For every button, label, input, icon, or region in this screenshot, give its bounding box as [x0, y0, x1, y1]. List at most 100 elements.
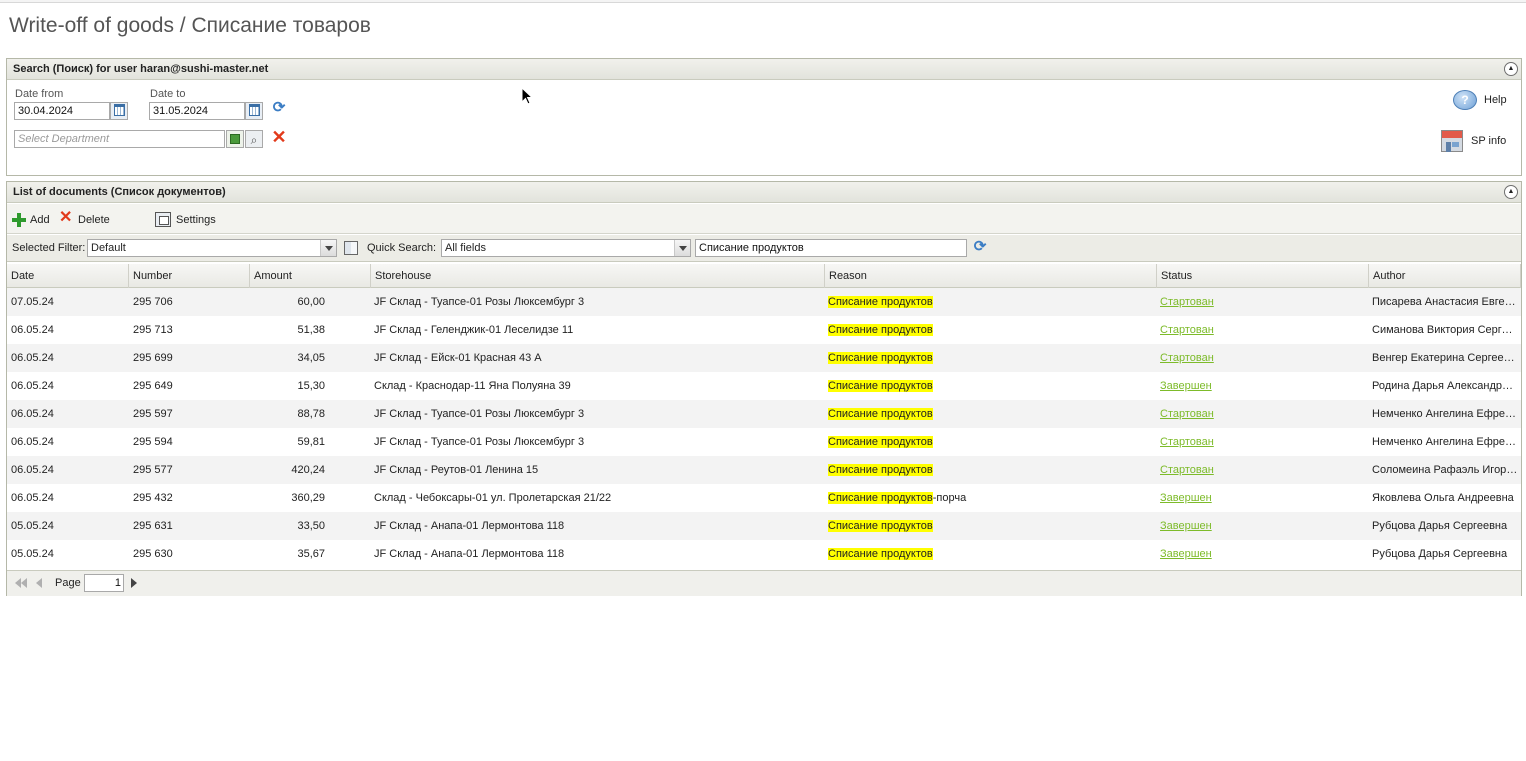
date-from-input[interactable]: 30.04.2024 — [14, 102, 110, 120]
selected-filter-select[interactable]: Default — [87, 239, 337, 257]
cell-storehouse: JF Склад - Реутов-01 Ленина 15 — [374, 464, 539, 476]
cell-status[interactable]: Стартован — [1160, 428, 1365, 456]
department-tree-icon[interactable] — [226, 130, 244, 148]
department-search-icon[interactable]: ⌕ — [245, 130, 263, 148]
filter-bar: Selected Filter: Default Quick Search: A… — [7, 235, 1521, 262]
status-link[interactable]: Стартован — [1160, 436, 1214, 448]
table-row[interactable]: 06.05.24 295 649 15,30 Склад - Краснодар-11… — [7, 372, 1521, 400]
filter-book-icon[interactable] — [344, 241, 358, 255]
next-page-icon[interactable] — [131, 578, 143, 590]
selected-filter-label: Selected Filter: — [12, 242, 86, 254]
column-header-number[interactable]: Number — [129, 264, 250, 288]
table-row[interactable]: 06.05.24 295 432 360,29 Склад - Чебоксары-0… — [7, 484, 1521, 512]
mouse-cursor-icon — [521, 87, 533, 105]
column-header-reason[interactable]: Reason — [825, 264, 1157, 288]
table-row[interactable]: 05.05.24 295 630 35,67 JF Склад - Анапа-01 … — [7, 540, 1521, 568]
settings-icon — [155, 212, 171, 227]
refresh-search-icon[interactable]: ⟳ — [971, 238, 989, 256]
status-link[interactable]: Завершен — [1160, 548, 1212, 560]
collapse-list-panel-button[interactable]: ▲ — [1504, 185, 1518, 199]
cell-storehouse: Склад - Краснодар-11 Яна Полуяна 39 — [374, 380, 571, 392]
selected-filter-value: Default — [91, 242, 126, 254]
refresh-dates-icon[interactable]: ⟳ — [270, 99, 288, 117]
page-label: Page — [55, 577, 81, 589]
cell-date: 06.05.24 — [11, 324, 54, 336]
collapse-search-panel-button[interactable]: ▲ — [1504, 62, 1518, 76]
status-link[interactable]: Стартован — [1160, 352, 1214, 364]
cell-author: Родина Дарья Александровна — [1372, 380, 1518, 392]
store-icon[interactable] — [1441, 130, 1463, 152]
cell-reason: Списание продуктов — [828, 400, 1154, 428]
cell-status[interactable]: Стартован — [1160, 456, 1365, 484]
date-to-input[interactable]: 31.05.2024 — [149, 102, 245, 120]
cell-status[interactable]: Стартован — [1160, 316, 1365, 344]
cell-status[interactable]: Завершен — [1160, 372, 1365, 400]
cell-date: 06.05.24 — [11, 492, 54, 504]
table-row[interactable]: 06.05.24 295 713 51,38 JF Склад - Геленджик… — [7, 316, 1521, 344]
status-link[interactable]: Стартован — [1160, 296, 1214, 308]
cell-storehouse: JF Склад - Геленджик-01 Леселидзе 11 — [374, 324, 574, 336]
reason-highlight: Списание продуктов — [828, 296, 933, 308]
cell-number: 295 706 — [133, 296, 173, 308]
column-header-date[interactable]: Date — [7, 264, 129, 288]
cell-number: 295 594 — [133, 436, 173, 448]
sp-info-link[interactable]: SP info — [1471, 135, 1506, 147]
add-button[interactable]: Add — [12, 212, 57, 228]
pager: Page 1 — [7, 570, 1521, 596]
grid-header: Date Number Amount Storehouse Reason Sta… — [7, 264, 1521, 288]
list-panel: List of documents (Список документов) ▲ … — [6, 181, 1522, 596]
cell-amount: 34,05 — [297, 352, 325, 364]
cell-number: 295 699 — [133, 352, 173, 364]
column-header-author[interactable]: Author — [1369, 264, 1521, 288]
cell-storehouse: JF Склад - Туапсе-01 Розы Люксембург 3 — [374, 408, 585, 420]
help-link[interactable]: Help — [1484, 94, 1507, 106]
status-link[interactable]: Стартован — [1160, 324, 1214, 336]
cell-amount: 35,67 — [297, 548, 325, 560]
page-number-input[interactable]: 1 — [84, 574, 124, 592]
cell-status[interactable]: Стартован — [1160, 344, 1365, 372]
column-header-status[interactable]: Status — [1157, 264, 1369, 288]
cell-storehouse: JF Склад - Туапсе-01 Розы Люксембург 3 — [374, 436, 585, 448]
cell-amount: 60,00 — [297, 296, 325, 308]
cell-date: 06.05.24 — [11, 352, 54, 364]
cell-status[interactable]: Завершен — [1160, 540, 1365, 568]
table-row[interactable]: 06.05.24 295 577 420,24 JF Склад - Реутов-0… — [7, 456, 1521, 484]
cell-number: 295 630 — [133, 548, 173, 560]
cell-status[interactable]: Завершен — [1160, 512, 1365, 540]
cell-number: 295 432 — [133, 492, 173, 504]
cell-status[interactable]: Стартован — [1160, 288, 1365, 316]
first-page-icon[interactable] — [15, 578, 27, 590]
table-row[interactable]: 07.05.24 295 706 60,00 JF Склад - Туапсе-01… — [7, 288, 1521, 316]
help-icon[interactable]: ? — [1453, 90, 1477, 110]
cell-status[interactable]: Завершен — [1160, 484, 1365, 512]
date-from-calendar-icon[interactable] — [110, 102, 128, 120]
date-to-calendar-icon[interactable] — [245, 102, 263, 120]
status-link[interactable]: Завершен — [1160, 380, 1212, 392]
settings-button[interactable]: Settings — [155, 212, 225, 228]
cell-amount: 51,38 — [297, 324, 325, 336]
status-link[interactable]: Завершен — [1160, 520, 1212, 532]
clear-department-icon[interactable]: ✕ — [270, 128, 288, 147]
previous-page-icon[interactable] — [36, 578, 48, 590]
column-header-storehouse[interactable]: Storehouse — [371, 264, 825, 288]
cell-author: Венгер Екатерина Сергеевна — [1372, 352, 1518, 364]
column-header-amount[interactable]: Amount — [250, 264, 371, 288]
reason-highlight: Списание продуктов — [828, 464, 933, 476]
add-button-label: Add — [30, 214, 50, 226]
chevron-down-icon — [320, 240, 336, 256]
table-row[interactable]: 06.05.24 295 699 34,05 JF Склад - Ейск-01 К… — [7, 344, 1521, 372]
department-input[interactable]: Select Department — [14, 130, 225, 148]
quick-search-scope-select[interactable]: All fields — [441, 239, 691, 257]
status-link[interactable]: Стартован — [1160, 408, 1214, 420]
reason-highlight: Списание продуктов — [828, 408, 933, 420]
delete-button[interactable]: ✕ Delete — [59, 210, 119, 228]
status-link[interactable]: Стартован — [1160, 464, 1214, 476]
quick-search-input[interactable]: Списание продуктов — [695, 239, 967, 257]
status-link[interactable]: Завершен — [1160, 492, 1212, 504]
table-row[interactable]: 06.05.24 295 594 59,81 JF Склад - Туапсе-01… — [7, 428, 1521, 456]
cell-author: Писарева Анастасия Евгеньевна — [1372, 296, 1518, 308]
table-row[interactable]: 06.05.24 295 597 88,78 JF Склад - Туапсе-01… — [7, 400, 1521, 428]
cell-author: Рубцова Дарья Сергеевна — [1372, 520, 1508, 532]
cell-status[interactable]: Стартован — [1160, 400, 1365, 428]
table-row[interactable]: 05.05.24 295 631 33,50 JF Склад - Анапа-01 … — [7, 512, 1521, 540]
